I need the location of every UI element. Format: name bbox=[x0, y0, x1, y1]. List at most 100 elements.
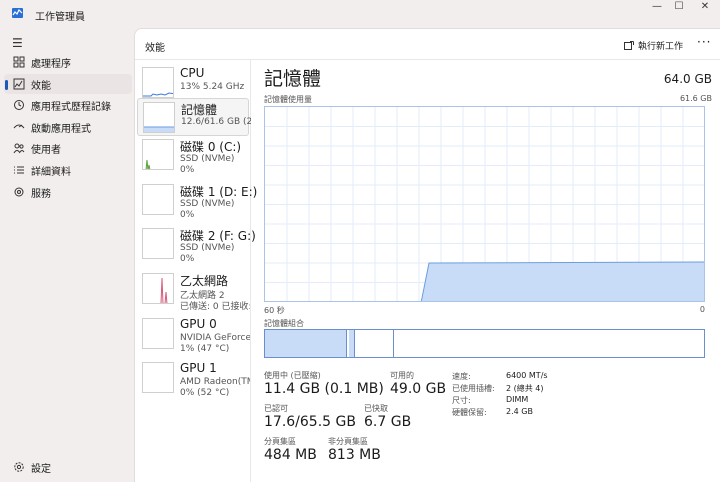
committed-label: 已認可 bbox=[264, 404, 288, 413]
device-gpu-0[interactable]: GPU 0 NVIDIA GeForce RTX 1% (47 °C) bbox=[137, 315, 250, 354]
composition-free bbox=[395, 330, 704, 357]
memory-composition-bar bbox=[264, 329, 705, 358]
memory-usage-graph bbox=[264, 106, 705, 302]
ethernet-thumbnail bbox=[142, 273, 174, 304]
performance-icon bbox=[13, 78, 25, 90]
memory-composition-label: 記憶體組合 bbox=[264, 319, 304, 328]
device-name: GPU 0 bbox=[180, 317, 217, 331]
composition-in-use bbox=[265, 330, 347, 357]
nonpaged-pool-label: 非分頁集區 bbox=[328, 437, 368, 446]
form-factor-key: 尺寸: bbox=[452, 396, 471, 405]
composition-standby bbox=[356, 330, 394, 357]
cpu-thumbnail bbox=[142, 67, 174, 98]
task-manager-icon bbox=[12, 8, 23, 18]
device-disk-2[interactable]: 磁碟 2 (F: G:) SSD (NVMe) 0% bbox=[137, 225, 256, 264]
speed-value: 6400 MT/s bbox=[506, 371, 548, 380]
maximize-button[interactable]: ☐ bbox=[668, 2, 690, 12]
sidebar-item-users[interactable]: 使用者 bbox=[4, 138, 132, 158]
sidebar-item-app-history[interactable]: 應用程式歷程記錄 bbox=[4, 95, 132, 115]
sidebar-item-label: 應用程式歷程記錄 bbox=[31, 102, 111, 113]
paged-pool-value: 484 MB bbox=[264, 447, 317, 463]
sidebar-item-label: 處理程序 bbox=[31, 59, 71, 70]
hardware-reserved-value: 2.4 GB bbox=[506, 407, 533, 416]
app-history-icon bbox=[14, 100, 24, 110]
slots-key: 已使用插槽: bbox=[452, 384, 495, 393]
device-name: 磁碟 0 (C:) bbox=[180, 140, 242, 154]
device-gpu-1[interactable]: GPU 1 AMD Radeon(TM) Graphics 0% (52 °C) bbox=[137, 359, 250, 398]
available-value: 49.0 GB bbox=[390, 381, 447, 397]
device-disk-1[interactable]: 磁碟 1 (D: E:) SSD (NVMe) 0% bbox=[137, 181, 257, 220]
minimize-button[interactable]: — bbox=[646, 2, 668, 12]
memory-usage-graph-svg bbox=[265, 107, 704, 301]
gpu-1-thumbnail bbox=[142, 362, 174, 393]
composition-modified bbox=[349, 330, 355, 357]
disk-0-thumbnail bbox=[142, 139, 174, 170]
sidebar-item-label: 效能 bbox=[31, 81, 51, 92]
memory-usage-label: 記憶體使用量 bbox=[264, 95, 312, 104]
sidebar-item-services[interactable]: 服務 bbox=[4, 182, 132, 202]
startup-apps-icon bbox=[13, 124, 25, 129]
hamburger-menu-icon[interactable]: ☰ bbox=[12, 36, 23, 50]
details-icon bbox=[14, 166, 24, 174]
sidebar-item-settings[interactable]: 設定 bbox=[4, 457, 132, 477]
device-sub1: 13% 5.24 GHz bbox=[180, 82, 245, 92]
sidebar-item-startup-apps[interactable]: 啟動應用程式 bbox=[4, 117, 132, 137]
close-button[interactable]: ✕ bbox=[694, 2, 716, 12]
cached-label: 已快取 bbox=[364, 404, 388, 413]
device-sub2: 已傳送: 0 已接收: 0 Kbps bbox=[180, 302, 250, 312]
memory-panel: 記憶體 64.0 GB 記憶體使用量 61.6 GB 60 秒 0 記憶體組合 … bbox=[263, 60, 713, 480]
main-content: 效能 執行新工作 ··· CPU 13% 5.24 GHz 記憶體 12.6/6… bbox=[134, 28, 720, 482]
slots-value: 2 (總共 4) bbox=[506, 384, 544, 393]
device-sub1: SSD (NVMe) bbox=[180, 243, 235, 253]
graph-axis-right: 0 bbox=[699, 305, 705, 314]
device-sub1: 12.6/61.6 GB (20%) bbox=[181, 117, 251, 127]
device-name: 記憶體 bbox=[181, 103, 218, 117]
users-icon bbox=[13, 143, 25, 154]
nonpaged-pool-value: 813 MB bbox=[328, 447, 381, 463]
device-name: 乙太網路 bbox=[180, 274, 229, 288]
disk-1-thumbnail bbox=[142, 184, 174, 215]
device-ethernet[interactable]: 乙太網路 乙太網路 2 已傳送: 0 已接收: 0 Kbps bbox=[137, 270, 250, 312]
committed-value: 17.6/65.5 GB bbox=[264, 414, 356, 430]
memory-total: 64.0 GB bbox=[663, 72, 712, 86]
available-label: 可用的 bbox=[390, 371, 414, 380]
hardware-reserved-key: 硬體保留: bbox=[452, 408, 487, 417]
more-options-button[interactable]: ··· bbox=[697, 35, 711, 49]
device-name: 磁碟 2 (F: G:) bbox=[180, 229, 256, 243]
device-sub2: 0% bbox=[180, 254, 195, 264]
sidebar-item-details[interactable]: 詳細資料 bbox=[4, 160, 132, 180]
device-disk-0[interactable]: 磁碟 0 (C:) SSD (NVMe) 0% bbox=[137, 136, 249, 175]
device-sub2: 1% (47 °C) bbox=[180, 344, 230, 354]
processes-icon bbox=[13, 56, 25, 68]
memory-usage-max: 61.6 GB bbox=[679, 94, 712, 103]
disk-2-thumbnail bbox=[142, 228, 174, 259]
sidebar-item-performance[interactable]: 效能 bbox=[4, 74, 132, 94]
device-memory[interactable]: 記憶體 12.6/61.6 GB (20%) bbox=[137, 98, 251, 136]
device-list: CPU 13% 5.24 GHz 記憶體 12.6/61.6 GB (20%) … bbox=[135, 60, 257, 482]
sidebar-item-label: 詳細資料 bbox=[31, 167, 71, 178]
in-use-value: 11.4 GB (0.1 MB) bbox=[264, 381, 384, 397]
form-factor-value: DIMM bbox=[506, 395, 529, 404]
window-title: 工作管理員 bbox=[35, 12, 85, 23]
sidebar-item-processes[interactable]: 處理程序 bbox=[4, 52, 132, 72]
cached-value: 6.7 GB bbox=[364, 414, 412, 430]
device-sub1: NVIDIA GeForce RTX bbox=[180, 333, 250, 343]
run-new-task-button[interactable]: 執行新工作 bbox=[624, 39, 683, 52]
device-name: CPU bbox=[180, 66, 205, 80]
speed-key: 速度: bbox=[452, 372, 471, 381]
settings-label: 設定 bbox=[31, 464, 51, 475]
run-task-icon bbox=[624, 40, 634, 50]
gpu-0-thumbnail bbox=[142, 318, 174, 349]
sidebar-item-label: 使用者 bbox=[31, 145, 61, 156]
device-sub2: 0% bbox=[180, 210, 195, 220]
device-sub1: SSD (NVMe) bbox=[180, 199, 235, 209]
device-sub1: AMD Radeon(TM) Graphics bbox=[180, 377, 250, 387]
gear-icon bbox=[14, 462, 24, 472]
device-cpu[interactable]: CPU 13% 5.24 GHz bbox=[137, 64, 249, 102]
page-title: 效能 bbox=[145, 43, 165, 54]
graph-axis-left: 60 秒 bbox=[264, 306, 285, 315]
in-use-label: 使用中 (已壓縮) bbox=[264, 371, 321, 380]
device-name: 磁碟 1 (D: E:) bbox=[180, 185, 258, 199]
device-sub2: 0% (52 °C) bbox=[180, 388, 230, 398]
memory-title: 記憶體 bbox=[264, 68, 322, 90]
